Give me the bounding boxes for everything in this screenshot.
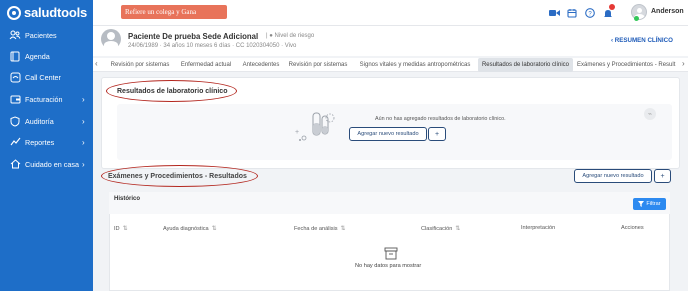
- lab-flask-icon: +: [295, 112, 335, 141]
- user-name[interactable]: Anderson: [651, 8, 684, 15]
- sort-icon[interactable]: ⇅: [212, 225, 217, 232]
- svg-text:+: +: [295, 129, 299, 136]
- online-status-dot: [634, 16, 639, 21]
- annotation-oval: [101, 165, 258, 187]
- chart-icon: [9, 136, 21, 148]
- add-lab-result-button[interactable]: Agregar nuevo resultado: [349, 127, 427, 141]
- sort-icon[interactable]: ⇅: [455, 225, 460, 232]
- sidebar-item-cuidado-en-casa[interactable]: Cuidado en casa ›: [0, 154, 93, 174]
- sort-icon[interactable]: ⇅: [123, 225, 128, 232]
- clinical-summary-link[interactable]: ‹ RESUMEN CLÍNICO: [611, 37, 673, 44]
- filter-button[interactable]: Filtrar: [633, 198, 666, 210]
- sidebar-item-label: Facturación: [25, 94, 63, 104]
- chevron-right-icon: ›: [82, 137, 85, 147]
- wallet-icon: [9, 93, 21, 105]
- sidebar-item-reportes[interactable]: Reportes ›: [0, 132, 93, 152]
- patient-name: Paciente De prueba Sede Adicional: [128, 32, 259, 41]
- sidebar-item-label: Reportes: [25, 137, 55, 147]
- tab-resultados-laboratorio[interactable]: Resultados de laboratorio clínico: [478, 58, 573, 72]
- history-header: [109, 192, 670, 214]
- users-icon: [9, 29, 21, 41]
- chevron-right-icon: ›: [82, 94, 85, 104]
- tab-antecedentes[interactable]: Antecedentes: [239, 58, 283, 72]
- shield-icon: [9, 115, 21, 127]
- sidebar-item-facturacion[interactable]: Facturación ›: [0, 89, 93, 109]
- add-lab-result-plus-button[interactable]: +: [428, 127, 446, 141]
- patient-meta: 24/06/1989 · 34 años 10 meses 6 días · C…: [128, 43, 297, 49]
- filter-icon: [638, 201, 645, 207]
- lab-help-icon[interactable]: ⌁: [644, 108, 656, 120]
- column-label: Fecha de análisis: [294, 225, 338, 232]
- column-header-id[interactable]: ID ⇅: [114, 225, 128, 233]
- add-exam-result-plus-button[interactable]: +: [654, 169, 671, 183]
- sidebar: saludtools Pacientes Agenda Call Center …: [0, 0, 93, 291]
- video-icon[interactable]: [548, 7, 560, 19]
- sort-icon[interactable]: ⇅: [341, 225, 346, 232]
- no-data-text: No hay datos para mostrar: [355, 263, 422, 269]
- sidebar-item-label: Pacientes: [25, 30, 57, 40]
- clinical-summary-label: RESUMEN CLÍNICO: [614, 37, 673, 44]
- patient-avatar: [101, 29, 121, 49]
- empty-inbox-icon: [384, 247, 398, 260]
- sidebar-item-auditoria[interactable]: Auditoría ›: [0, 111, 93, 131]
- column-label: Clasificación: [421, 225, 453, 232]
- lab-empty-text: Aún no has agregado resultados de labora…: [375, 116, 506, 122]
- sidebar-item-agenda[interactable]: Agenda: [0, 46, 93, 66]
- help-icon[interactable]: ?: [584, 7, 596, 19]
- history-title: Histórico: [114, 196, 141, 202]
- chevron-right-icon: ›: [82, 159, 85, 169]
- tab-revision-sistemas[interactable]: Revisión por sistemas: [108, 58, 172, 72]
- tab-bar: ‹ Revisión por sistemas Enfermedad actua…: [93, 58, 688, 72]
- logo-icon: [7, 5, 21, 20]
- sidebar-item-label: Cuidado en casa: [25, 159, 79, 169]
- column-header-acciones: Acciones: [621, 225, 644, 231]
- refer-colleague-button[interactable]: Refiere un colega y Gana: [121, 5, 227, 19]
- column-header-fecha-analisis[interactable]: Fecha de análisis ⇅: [294, 225, 346, 233]
- sidebar-item-pacientes[interactable]: Pacientes: [0, 25, 93, 45]
- logo-text: saludtools: [24, 5, 88, 20]
- chevron-right-icon: ›: [82, 116, 85, 126]
- tab-revision-sistemas-2[interactable]: Revisión por sistemas: [287, 58, 349, 72]
- sidebar-item-call-center[interactable]: Call Center: [0, 67, 93, 87]
- risk-level: | ● Nivel de riesgo: [266, 33, 315, 39]
- column-label: Interpretación: [521, 225, 556, 231]
- notification-badge: [609, 4, 615, 10]
- book-icon: [9, 50, 21, 62]
- sidebar-item-label: Auditoría: [25, 116, 54, 126]
- tab-signos-vitales[interactable]: Signos vitales y medidas antropométricas: [353, 58, 477, 72]
- tabs-scroll-right-icon[interactable]: ›: [682, 59, 685, 68]
- headset-icon: [9, 71, 21, 83]
- filter-label: Filtrar: [646, 201, 661, 207]
- tab-enfermedad-actual[interactable]: Enfermedad actual: [176, 58, 236, 72]
- column-label: Acciones: [621, 225, 644, 231]
- tab-examenes-procedimientos[interactable]: Exámenes y Procedimientos - Result: [577, 58, 679, 72]
- column-header-interpretacion: Interpretación: [521, 225, 555, 231]
- calendar-icon[interactable]: [566, 7, 578, 19]
- column-header-clasificacion[interactable]: Clasificación ⇅: [421, 225, 460, 233]
- app-logo[interactable]: saludtools: [7, 5, 87, 20]
- add-exam-result-button[interactable]: Agregar nuevo resultado: [574, 169, 652, 183]
- column-label: ID: [114, 225, 120, 232]
- column-label: Ayuda diagnóstica: [163, 225, 209, 232]
- patient-header: Paciente De prueba Sede Adicional | ● Ni…: [93, 26, 688, 56]
- sidebar-item-label: Agenda: [25, 51, 50, 61]
- sidebar-item-label: Call Center: [25, 72, 61, 82]
- home-icon: [9, 158, 21, 170]
- column-header-ayuda-diagnostica[interactable]: Ayuda diagnóstica ⇅: [163, 225, 217, 233]
- annotation-oval: [106, 80, 237, 102]
- top-bar: Refiere un colega y Gana ? Anderson: [93, 0, 688, 26]
- tabs-scroll-left-icon[interactable]: ‹: [95, 59, 98, 68]
- risk-level-label: Nivel de riesgo: [274, 33, 315, 39]
